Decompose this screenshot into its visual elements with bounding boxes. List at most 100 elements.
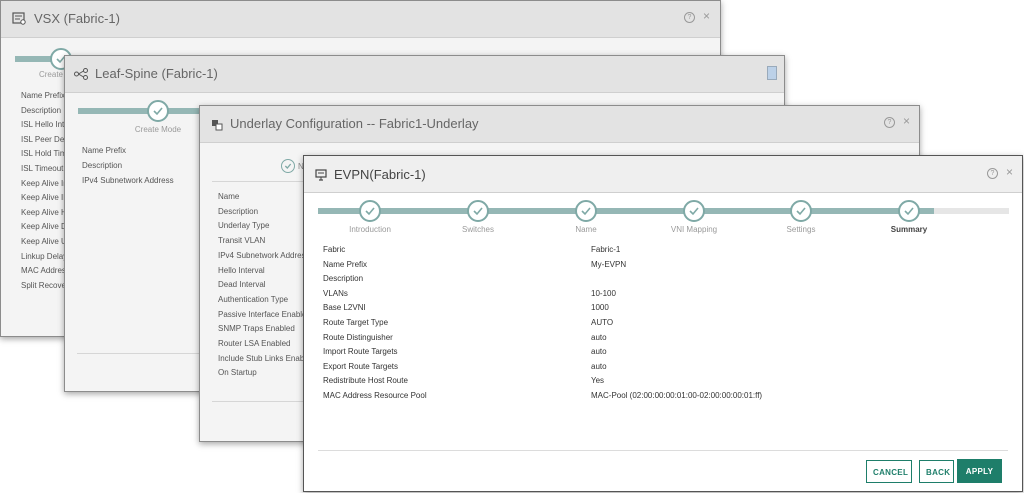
field-label: Hello Interval [218,265,265,275]
back-button[interactable]: BACK [919,460,954,483]
evpn-step-label: VNI Mapping [670,225,718,234]
evpn-window: EVPN(Fabric-1) ? × Introduction Switches N… [303,155,1023,492]
field-label: Description [82,160,123,170]
field-label: ISL Peer Det [21,134,67,144]
check-icon [473,207,483,216]
field-label: Passive Interface Enabled [218,309,311,319]
field-label: Keep Alive IP [21,193,69,203]
evpn-icon [315,168,327,186]
summary-value: auto [591,332,607,342]
summary-label: Route Distinguisher [323,332,393,342]
evpn-step-label: Settings [786,225,816,234]
evpn-step-settings [790,200,812,222]
summary-value: Yes [591,376,605,386]
summary-value: 1000 [591,303,609,313]
topology-icon [74,67,88,85]
evpn-step-label: Name [575,225,597,234]
leaf-spine-step-create-mode [147,100,169,122]
field-label: Underlay Type [218,221,270,231]
vsx-step-label: Create [38,70,64,79]
apply-button[interactable]: APPLY [957,459,1002,483]
summary-label: MAC Address Resource Pool [323,391,427,400]
field-label: Keep Alive D [21,222,67,232]
field-label: IPv4 Subnetwork Address [218,250,310,260]
close-icon[interactable]: × [701,10,712,22]
check-icon [365,207,375,216]
check-icon [904,207,914,216]
underlay-window-title: Underlay Configuration -- Fabric1-Underl… [230,116,479,131]
vsx-window-title: VSX (Fabric-1) [34,11,120,26]
summary-label: Name Prefix [323,259,368,269]
field-label: SNMP Traps Enabled [218,324,295,334]
field-label: IPv4 Subnetwork Address [82,175,174,185]
vsx-icon [12,11,26,30]
evpn-step-summary [898,200,920,222]
evpn-window-header: EVPN(Fabric-1) ? × [304,156,1022,193]
field-label: ISL Timeout [21,164,64,173]
field-label: Router LSA Enabled [218,339,291,348]
summary-value: 10-100 [591,288,616,298]
check-icon [581,207,591,216]
summary-value: auto [591,361,607,371]
close-icon[interactable]: × [901,115,912,127]
check-icon [153,107,163,116]
field-label: Keep Alive In [21,178,68,188]
help-circle-icon[interactable]: ? [987,168,998,179]
evpn-step-introduction [359,200,381,222]
summary-value: Fabric-1 [591,245,621,254]
summary-label: Description [323,274,364,284]
summary-label: Base L2VNI [323,303,366,313]
cancel-button[interactable]: CANCEL [866,460,912,483]
evpn-progress-track [318,208,934,214]
summary-label: Import Route Targets [323,347,398,357]
summary-label: Route Target Type [323,318,389,327]
evpn-step-switches [467,200,489,222]
check-icon [689,207,699,216]
field-label: Keep Alive U [21,237,67,246]
help-circle-icon[interactable]: ? [884,117,895,128]
evpn-progress-remaining [934,208,1009,214]
evpn-footer-line [318,450,1008,451]
field-label: ISL Hello Inte [21,120,69,130]
field-label: On Startup [218,368,257,378]
field-label: Name Prefix [82,146,127,155]
summary-value: auto [591,347,607,357]
leaf-spine-window-title: Leaf-Spine (Fabric-1) [95,66,218,81]
help-circle-icon[interactable]: ? [684,12,695,23]
field-label: MAC Address [21,266,70,276]
summary-label: Fabric [323,245,346,254]
field-label: ISL Hold Tim [21,149,67,159]
evpn-window-title: EVPN(Fabric-1) [334,167,426,182]
evpn-step-label: Switches [461,225,495,234]
field-label: Transit VLAN [218,236,266,246]
evpn-step-label: Summary [890,225,928,234]
field-label: Keep Alive H [21,207,67,217]
field-label: Description [21,105,62,115]
summary-label: Export Route Targets [323,361,399,371]
field-label: Split Recover [21,280,69,290]
evpn-step-name [575,200,597,222]
field-label: Authentication Type [218,294,289,304]
underlay-window-header: Underlay Configuration -- Fabric1-Underl… [200,106,919,143]
leaf-spine-step-label: Create Mode [134,125,182,134]
summary-value: AUTO [591,318,614,327]
underlay-icon [211,118,223,136]
field-label: Dead Interval [218,280,266,290]
summary-value: MAC-Pool (02:00:00:00:01:00-02:00:00:00:… [591,391,763,400]
check-icon [796,207,806,216]
collapse-icon[interactable] [767,66,777,80]
check-icon [284,163,292,169]
summary-label: Redistribute Host Route [323,376,408,386]
field-label: Include Stub Links Enabled [218,353,315,363]
summary-value: My-EVPN [591,259,627,269]
field-label: Linkup Delay [21,251,68,261]
field-label: Name Prefix [21,91,66,100]
field-label: Name [218,192,240,201]
vsx-window-header: VSX (Fabric-1) ? × [1,1,720,38]
summary-label: VLANs [323,288,348,298]
field-label: Description [218,206,259,216]
close-icon[interactable]: × [1004,166,1015,178]
underlay-step-indicator [281,159,295,173]
evpn-step-vni-mapping [683,200,705,222]
evpn-step-label: Introduction [349,225,391,234]
